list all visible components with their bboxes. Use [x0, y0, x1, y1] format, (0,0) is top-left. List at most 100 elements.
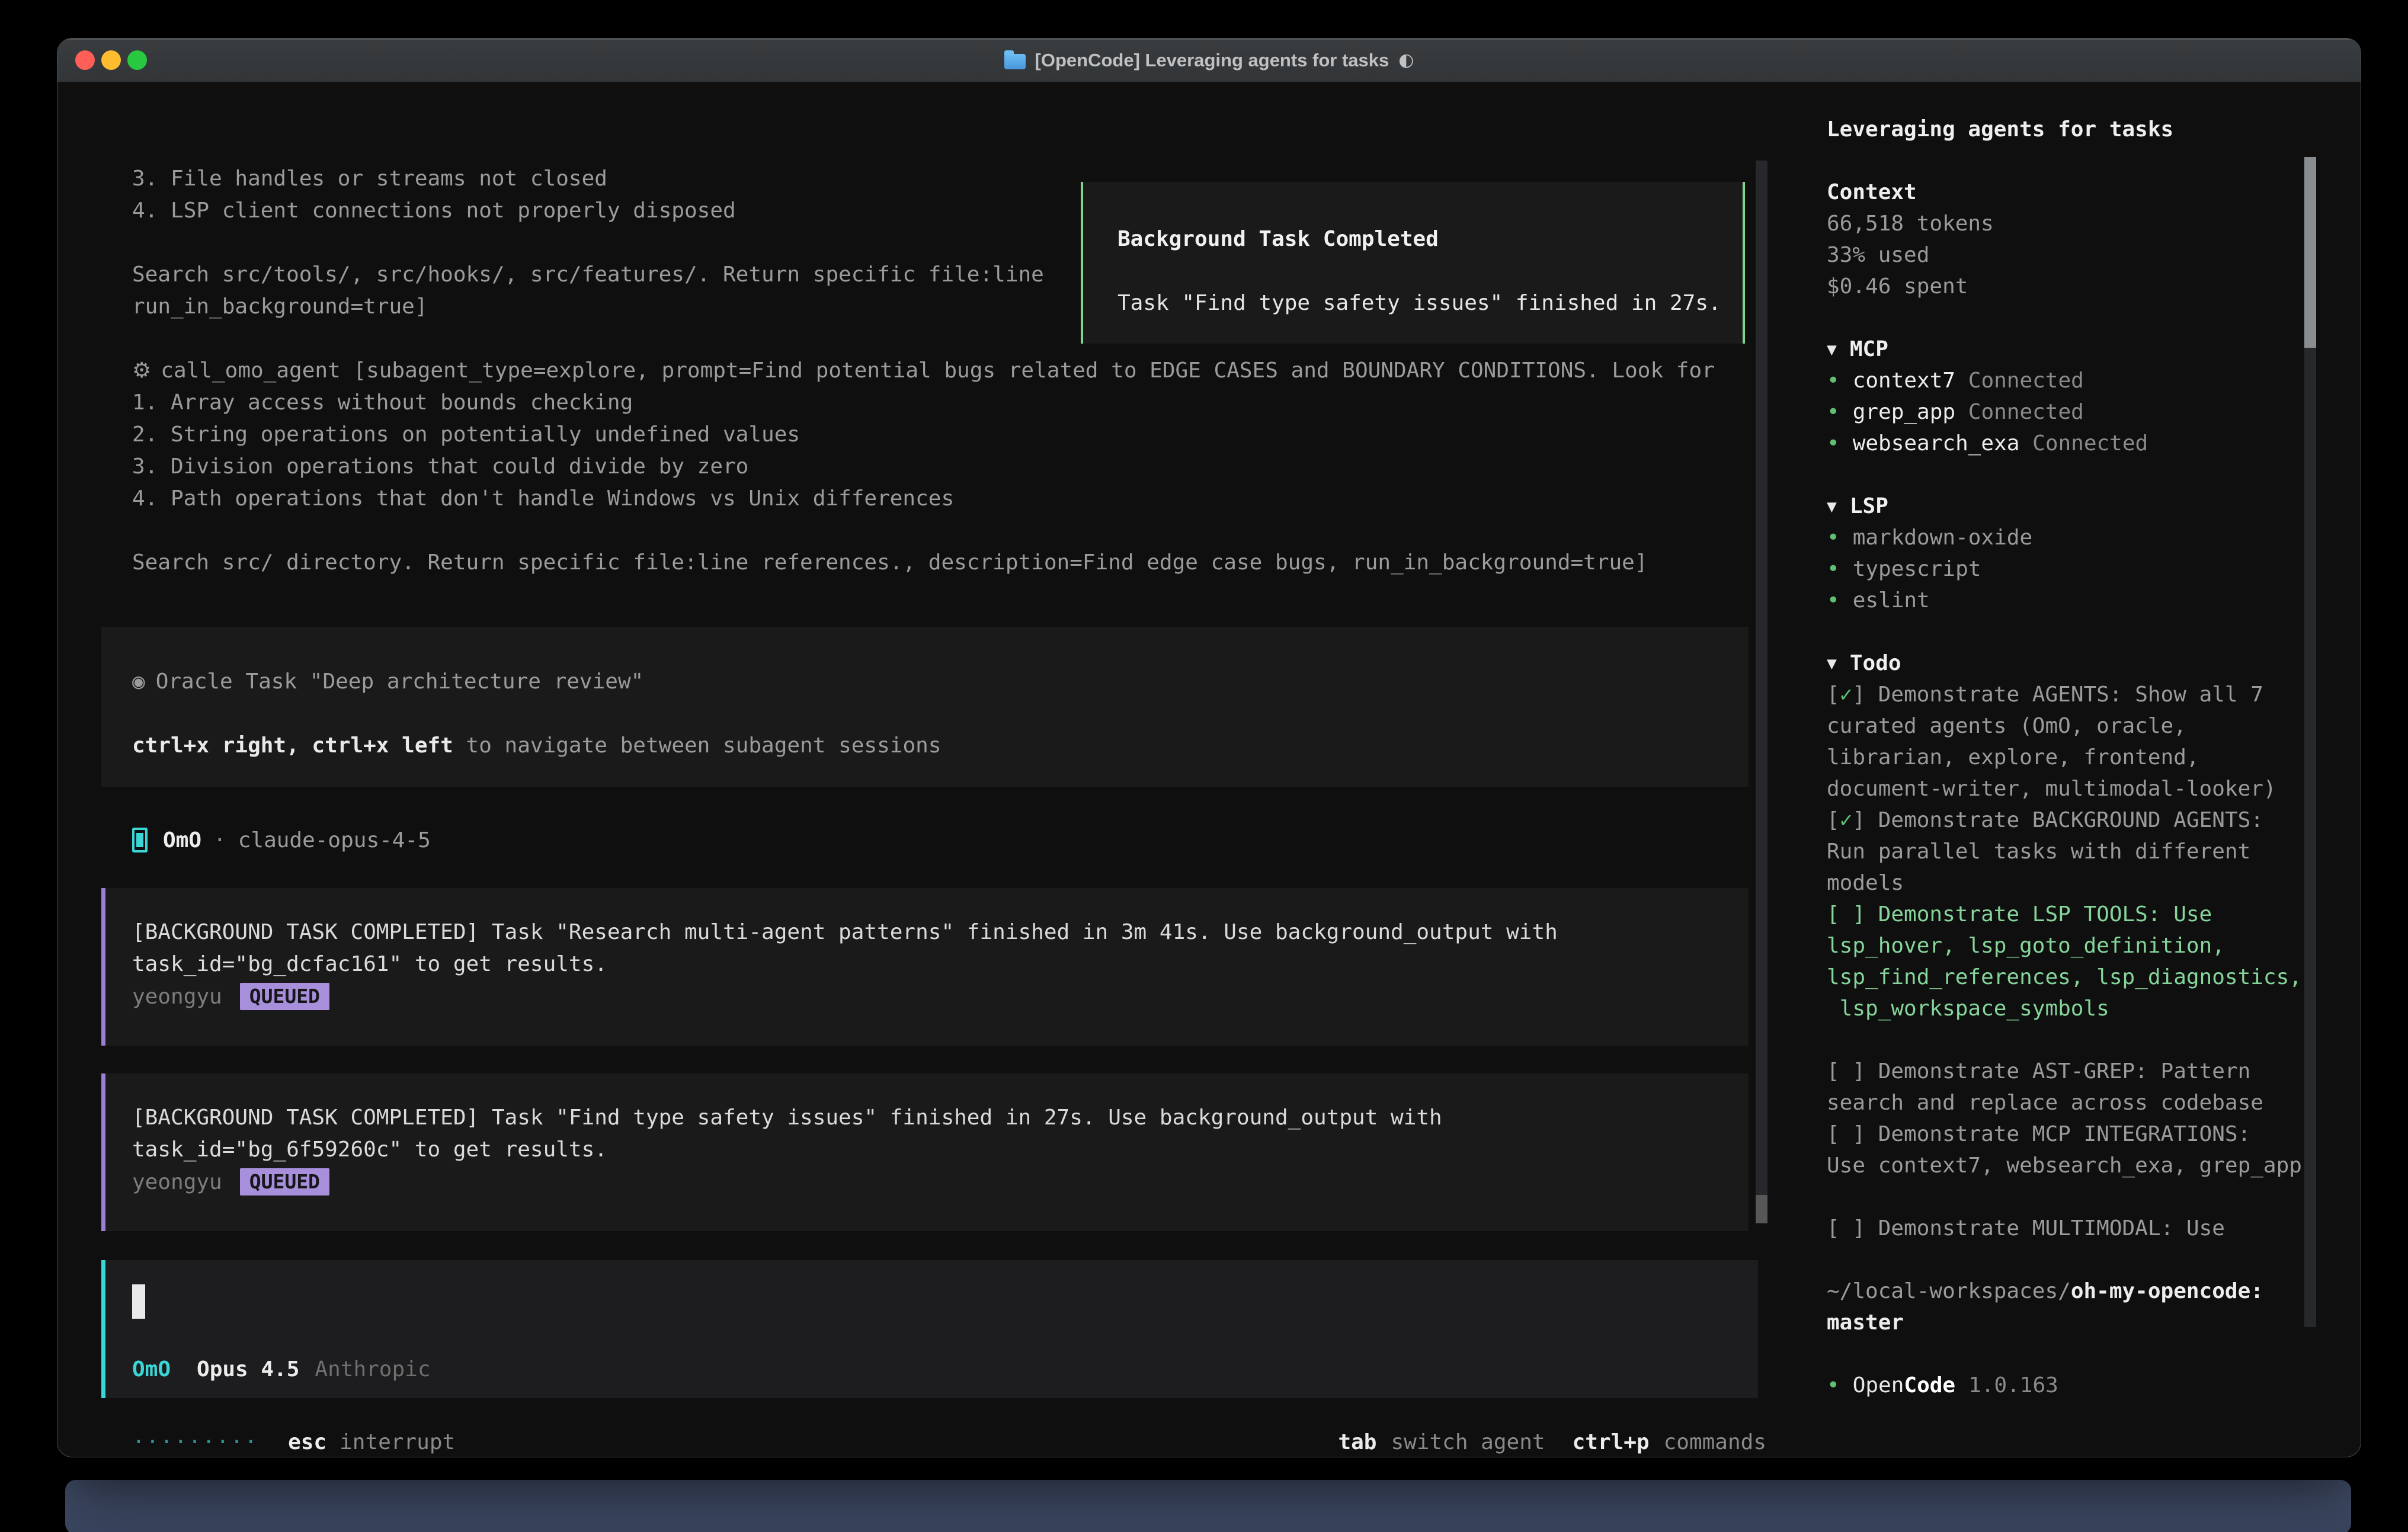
context-tokens: 66,518 tokens	[1827, 208, 2361, 239]
task-block: [BACKGROUND TASK COMPLETED] Task "Find t…	[101, 1073, 1749, 1231]
shortcut-keys: ctrl+x right, ctrl+x left	[132, 733, 453, 758]
bullet-icon: •	[1827, 557, 1840, 581]
output-line: 3. File handles or streams not closed	[132, 163, 1044, 195]
bullet-icon: •	[1827, 525, 1840, 550]
spinner-dots: ·········	[132, 1427, 258, 1457]
input-model-name: Opus 4.5	[197, 1357, 299, 1382]
todo-item-pending: [ ] Demonstrate AST-GREP: Pattern search…	[1827, 1056, 2361, 1118]
output-line: 2. String operations on potentially unde…	[132, 419, 1715, 451]
context-spent: $0.46 spent	[1827, 271, 2361, 302]
output-line: 3. Division operations that could divide…	[132, 451, 1715, 483]
output-line: 1. Array access without bounds checking	[132, 387, 1715, 419]
todo-section-header[interactable]: ▼ Todo	[1827, 648, 2361, 679]
esc-key-hint: esc	[288, 1427, 326, 1457]
lsp-item: • eslint	[1827, 585, 2361, 616]
oracle-task-label: Oracle Task "Deep architecture review"	[156, 666, 644, 698]
window-title-group: [OpenCode] Leveraging agents for tasks ◐	[1004, 50, 1414, 71]
mcp-item: •grep_app Connected	[1827, 396, 2361, 428]
toast-title: Background Task Completed	[1117, 223, 1743, 255]
shortcut-hint: ctrl+x right, ctrl+x left to navigate be…	[132, 730, 1749, 762]
input-model-row: OmO Opus 4.5 Anthropic	[132, 1353, 1758, 1385]
oracle-task-panel: ◉ Oracle Task "Deep architecture review"…	[101, 627, 1749, 787]
context-heading: Context	[1827, 177, 2361, 208]
mcp-item-status: Connected	[2032, 431, 2148, 456]
lsp-item: • markdown-oxide	[1827, 522, 2361, 553]
terminal-content: 3. File handles or streams not closed 4.…	[57, 82, 2361, 1457]
check-icon: ✓	[1840, 682, 1853, 707]
sidebar-scrollbar-thumb[interactable]	[2304, 157, 2316, 348]
zoom-button[interactable]	[127, 50, 147, 70]
switch-agent-label: switch agent	[1391, 1427, 1545, 1457]
todo-item-pending: [ ] Demonstrate MULTIMODAL: Use	[1827, 1213, 2361, 1244]
collapse-icon: ▼	[1827, 334, 1837, 365]
background-window	[65, 1480, 2351, 1532]
queued-badge: QUEUED	[240, 1168, 329, 1196]
branch-name: master	[1827, 1307, 2361, 1338]
sidebar: Leveraging agents for tasks Context 66,5…	[1790, 82, 2361, 1457]
bullet-icon: •	[1827, 368, 1840, 393]
session-title: Leveraging agents for tasks	[1827, 114, 2361, 145]
mcp-section-header[interactable]: ▼ MCP	[1827, 334, 2361, 365]
lsp-section-header[interactable]: ▼ LSP	[1827, 491, 2361, 522]
output-line: Search src/tools/, src/hooks/, src/featu…	[132, 259, 1044, 291]
lsp-item-name: markdown-oxide	[1853, 525, 2032, 550]
input-provider: Anthropic	[315, 1357, 430, 1382]
output-line: Search src/ directory. Return specific f…	[132, 547, 1715, 579]
traffic-lights	[75, 50, 147, 70]
mcp-item-status: Connected	[1968, 368, 2084, 393]
prompt-input[interactable]: OmO Opus 4.5 Anthropic	[101, 1260, 1758, 1398]
tab-key-hint: tab	[1338, 1427, 1376, 1457]
titlebar[interactable]: [OpenCode] Leveraging agents for tasks ◐	[57, 39, 2361, 82]
mcp-item-name: grep_app	[1853, 400, 1955, 424]
screen: [OpenCode] Leveraging agents for tasks ◐…	[0, 0, 2408, 1532]
task-author: yeongyu	[132, 985, 222, 1009]
close-button[interactable]	[75, 50, 95, 70]
minimize-button[interactable]	[101, 50, 121, 70]
tool-call-output: ⚙ call_omo_agent [subagent_type=explore,…	[132, 355, 1715, 579]
bullet-icon: •	[1827, 1373, 1840, 1398]
task-author: yeongyu	[132, 1170, 222, 1194]
output-line: 4. Path operations that don't handle Win…	[132, 483, 1715, 515]
main-scrollbar-thumb[interactable]	[1756, 1195, 1767, 1223]
mcp-heading: MCP	[1850, 334, 1888, 365]
lsp-heading: LSP	[1850, 491, 1888, 522]
input-cursor	[132, 1284, 145, 1319]
gear-icon: ⚙	[132, 355, 151, 387]
collapse-icon: ▼	[1827, 491, 1837, 522]
bullet-icon: •	[1827, 588, 1840, 613]
agent-header: OmO · claude-opus-4-5	[132, 824, 431, 856]
todo-heading: Todo	[1850, 648, 1901, 679]
ctrl-p-key-hint: ctrl+p	[1573, 1427, 1650, 1457]
sidebar-scrollbar-track	[2304, 157, 2316, 1327]
tool-call-line: call_omo_agent [subagent_type=explore, p…	[161, 355, 1715, 387]
session-progress-icon: ◐	[1398, 50, 1414, 70]
todo-item-current: [ ] Demonstrate LSP TOOLS: Use lsp_hover…	[1827, 899, 2361, 1024]
terminal-output-top: 3. File handles or streams not closed 4.…	[132, 163, 1044, 323]
queued-badge: QUEUED	[240, 983, 329, 1010]
toast-body: Task "Find type safety issues" finished …	[1117, 287, 1743, 319]
output-line: run_in_background=true]	[132, 291, 1044, 323]
oracle-icon: ◉	[132, 666, 145, 698]
todo-item-done: [✓] Demonstrate BACKGROUND AGENTS: Run p…	[1827, 805, 2361, 899]
task-message-line: task_id="bg_6f59260c" to get results.	[132, 1134, 1749, 1166]
workspace-path: ~/local-workspaces/oh-my-opencode:	[1827, 1275, 2361, 1307]
collapse-icon: ▼	[1827, 648, 1837, 679]
main-scrollbar-track	[1756, 161, 1767, 1223]
output-line	[132, 515, 1715, 547]
interrupt-label: interrupt	[340, 1427, 455, 1457]
terminal-window: [OpenCode] Leveraging agents for tasks ◐…	[57, 38, 2361, 1457]
mcp-item-name: context7	[1853, 368, 1955, 393]
agent-name: OmO	[163, 828, 201, 852]
task-message-line: [BACKGROUND TASK COMPLETED] Task "Find t…	[132, 1102, 1749, 1134]
agent-model: claude-opus-4-5	[238, 828, 431, 852]
lsp-item: • typescript	[1827, 553, 2361, 585]
shortcut-description: to navigate between subagent sessions	[453, 733, 942, 758]
lsp-item-name: eslint	[1853, 588, 1930, 613]
output-line	[132, 227, 1044, 259]
lsp-item-name: typescript	[1853, 557, 1981, 581]
mcp-item: •websearch_exa Connected	[1827, 428, 2361, 459]
commands-label: commands	[1664, 1427, 1766, 1457]
output-line: 4. LSP client connections not properly d…	[132, 195, 1044, 227]
opencode-version: •OpenCode1.0.163	[1827, 1370, 2361, 1401]
window-title: [OpenCode] Leveraging agents for tasks	[1035, 50, 1389, 71]
